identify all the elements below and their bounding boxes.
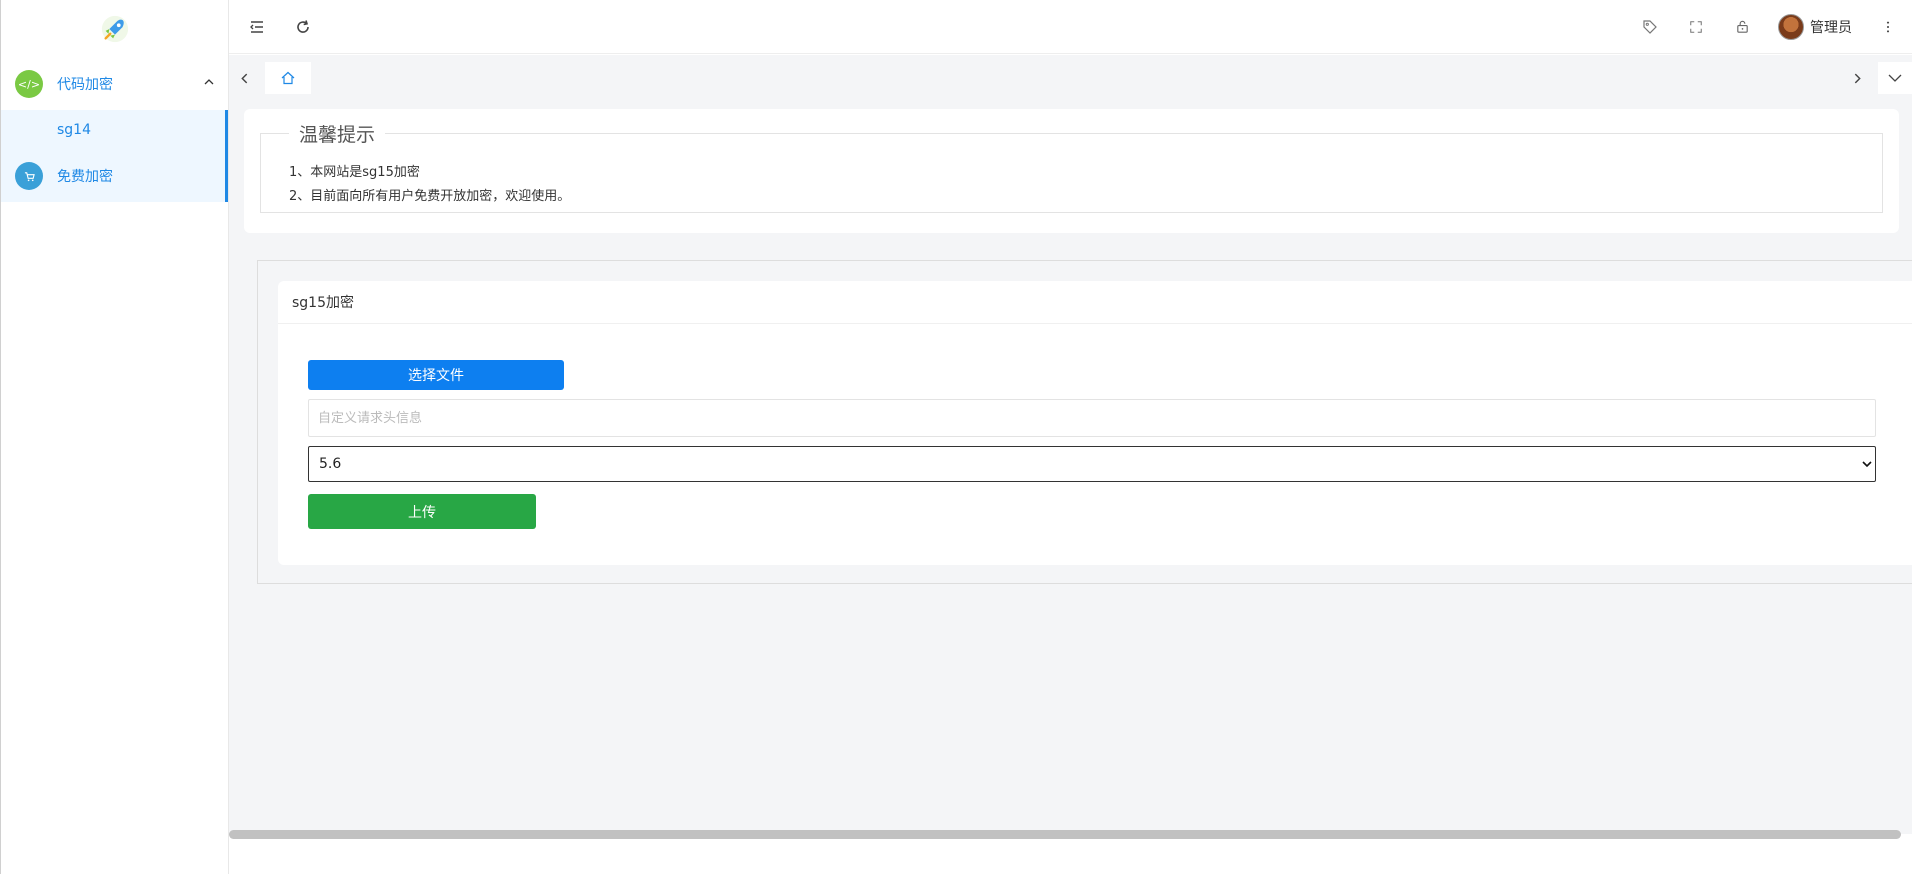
- custom-header-input[interactable]: [308, 399, 1876, 437]
- fullscreen-icon[interactable]: [1686, 17, 1706, 37]
- refresh-icon[interactable]: [293, 17, 313, 37]
- main-content: 温馨提示 1、本网站是sg15加密 2、目前面向所有用户免费开放加密，欢迎使用。…: [229, 101, 1912, 834]
- sidebar: </> 代码加密 sg14 免费加密: [0, 0, 229, 874]
- home-icon: [281, 71, 295, 85]
- tab-scroll-left[interactable]: [229, 63, 259, 93]
- chevron-left-icon: [240, 73, 247, 83]
- chevron-down-icon: [1888, 74, 1902, 82]
- sidebar-subitem-label: sg14: [57, 122, 91, 138]
- chevron-right-icon: [1854, 73, 1861, 83]
- tab-bar: [229, 55, 1912, 101]
- panel-title: sg15加密: [278, 281, 1912, 324]
- tag-icon[interactable]: [1640, 17, 1660, 37]
- version-select[interactable]: 5.6: [308, 446, 1876, 482]
- notice-fieldset: 温馨提示 1、本网站是sg15加密 2、目前面向所有用户免费开放加密，欢迎使用。: [260, 120, 1883, 213]
- sidebar-item-free-encrypt[interactable]: 免费加密: [1, 150, 228, 202]
- notice-title: 温馨提示: [299, 124, 376, 146]
- cart-icon: [15, 162, 43, 190]
- upload-button[interactable]: 上传: [308, 494, 536, 529]
- tab-options-dropdown[interactable]: [1878, 62, 1912, 94]
- sidebar-subitem-sg14[interactable]: sg14: [1, 110, 228, 150]
- logo[interactable]: [1, 0, 228, 58]
- user-name: 管理员: [1810, 19, 1852, 36]
- tab-home[interactable]: [265, 62, 311, 94]
- sidebar-item-label: 免费加密: [57, 169, 113, 185]
- menu-fold-icon[interactable]: [247, 17, 267, 37]
- code-icon: </>: [15, 70, 43, 98]
- rocket-logo-icon: [101, 15, 128, 43]
- top-header: 管理员: [229, 0, 1912, 54]
- choose-file-button[interactable]: 选择文件: [308, 360, 564, 390]
- avatar: [1778, 13, 1804, 40]
- horizontal-scrollbar[interactable]: [229, 830, 1901, 839]
- notice-line: 2、目前面向所有用户免费开放加密，欢迎使用。: [289, 189, 571, 204]
- user-menu[interactable]: 管理员: [1778, 13, 1852, 40]
- chevron-up-icon: [204, 79, 214, 85]
- footer-area: [229, 840, 1912, 874]
- more-vertical-icon[interactable]: [1878, 17, 1898, 37]
- sidebar-item-code-encrypt[interactable]: </> 代码加密: [1, 58, 228, 110]
- encrypt-panel: sg15加密 选择文件 5.6 上传: [278, 281, 1912, 565]
- lock-icon[interactable]: [1732, 17, 1752, 37]
- notice-line: 1、本网站是sg15加密: [289, 165, 420, 180]
- tab-scroll-right[interactable]: [1842, 63, 1872, 93]
- encrypt-panel-frame: sg15加密 选择文件 5.6 上传: [257, 260, 1912, 584]
- sidebar-item-label: 代码加密: [57, 77, 113, 93]
- notice-card: 温馨提示 1、本网站是sg15加密 2、目前面向所有用户免费开放加密，欢迎使用。: [244, 109, 1899, 233]
